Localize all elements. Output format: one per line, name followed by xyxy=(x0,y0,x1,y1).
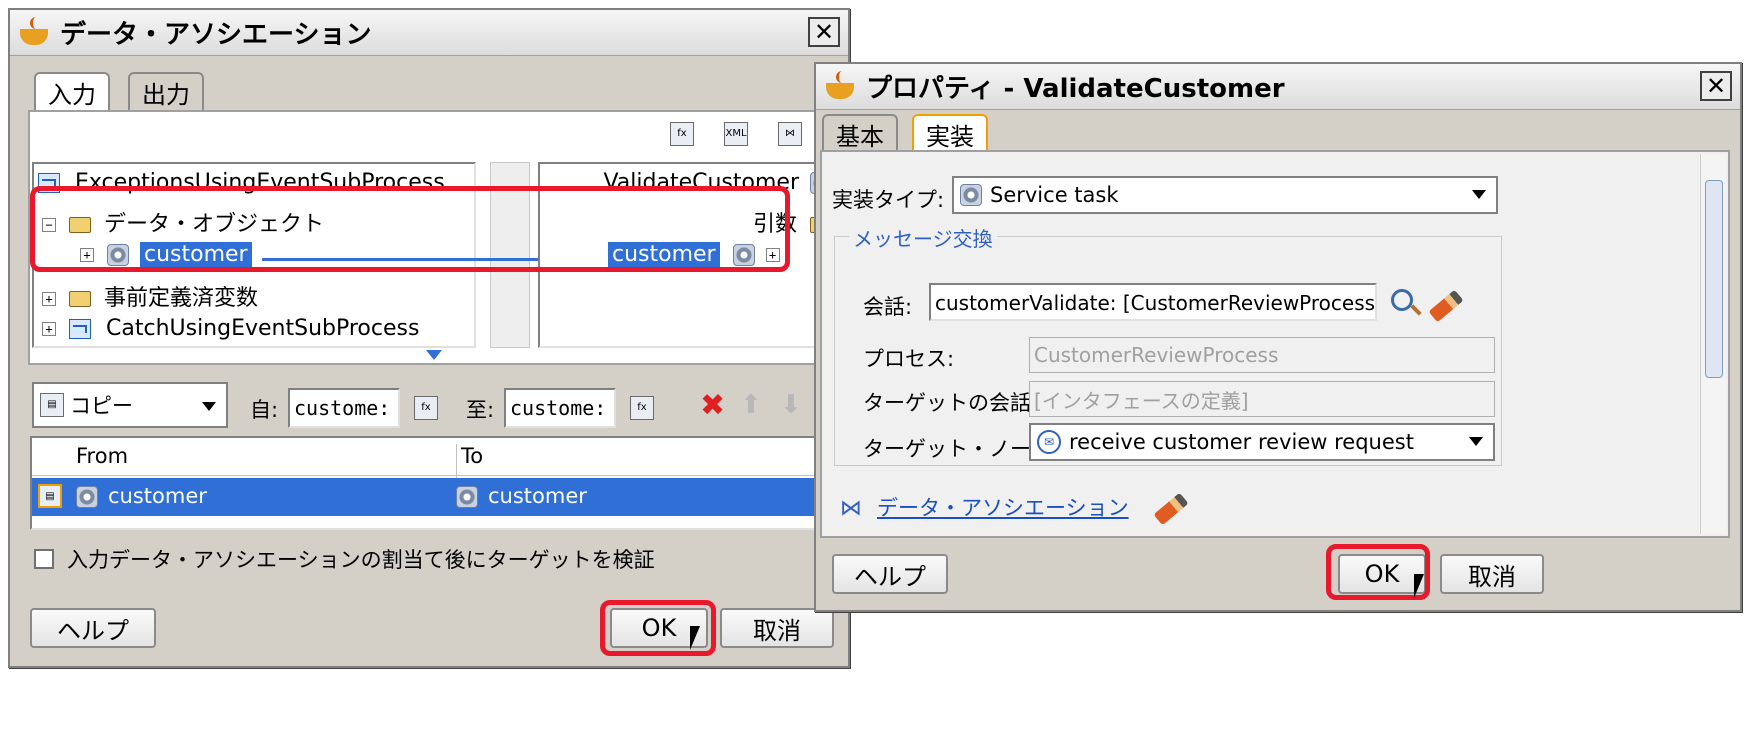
help-button[interactable]: ヘルプ xyxy=(30,608,156,648)
tree-data-objects[interactable]: − データ・オブジェクト xyxy=(42,206,324,238)
help-button[interactable]: ヘルプ xyxy=(832,554,948,594)
column-to[interactable]: To xyxy=(456,444,483,482)
folder-icon xyxy=(69,217,91,233)
collapse-icon[interactable]: − xyxy=(42,218,56,232)
gear-icon xyxy=(107,244,129,266)
folder-icon xyxy=(69,291,91,307)
tree-root[interactable]: ExceptionsUsingEventSubProcess xyxy=(38,170,445,195)
gear-icon xyxy=(960,184,982,206)
expand-icon[interactable]: + xyxy=(765,248,780,262)
tab-basic[interactable]: 基本 xyxy=(822,114,898,152)
move-up-icon[interactable]: ⬆ xyxy=(740,390,762,420)
implementation-panel: 実装タイプ: Service task メッセージ交換 会話: customer… xyxy=(820,150,1730,538)
to-label: 至: xyxy=(466,398,495,422)
xml-icon[interactable]: XML xyxy=(724,122,748,146)
from-expression-icon[interactable]: fx xyxy=(414,396,438,420)
cancel-button[interactable]: 取消 xyxy=(1440,554,1544,594)
close-button[interactable]: ✕ xyxy=(808,17,840,47)
dialog-title: プロパティ - ValidateCustomer xyxy=(866,74,1285,104)
search-icon[interactable] xyxy=(1391,289,1413,311)
from-label: 自: xyxy=(250,398,279,422)
tree-catch[interactable]: + CatchUsingEventSubProcess xyxy=(42,316,419,341)
expression-icon[interactable]: fx xyxy=(670,122,694,146)
transform-icon[interactable]: ⋈ xyxy=(778,122,802,146)
row-icon: ▤ xyxy=(38,484,62,508)
expand-icon[interactable]: + xyxy=(42,292,56,306)
mapping-table: From To ▤ customer customer xyxy=(30,436,820,530)
cancel-button[interactable]: 取消 xyxy=(720,608,834,648)
mapping-panel: fx XML ⋈ ExceptionsUsingEventSubProcess … xyxy=(28,110,838,365)
title-bar: プロパティ - ValidateCustomer ✕ xyxy=(816,64,1740,110)
conversation-input[interactable]: customerValidate: [CustomerReviewProcess… xyxy=(929,283,1377,321)
target-conversation-label: ターゲットの会話: xyxy=(863,391,1039,415)
impl-type-label: 実装タイプ: xyxy=(832,188,945,212)
validate-checkbox-row[interactable]: 入力データ・アソシエーションの割当て後にターゲットを検証 xyxy=(34,544,655,574)
conversation-label: 会話: xyxy=(863,295,913,319)
tab-input[interactable]: 入力 xyxy=(34,72,110,110)
process-field: CustomerReviewProcess xyxy=(1029,337,1495,373)
mouse-cursor xyxy=(690,626,700,650)
message-exchange-group: メッセージ交換 会話: customerValidate: [CustomerR… xyxy=(834,223,1502,466)
data-association-link-row[interactable]: ⋈ データ・アソシエーション xyxy=(840,492,1189,526)
app-icon xyxy=(824,70,860,103)
dialog-title: データ・アソシエーション xyxy=(60,20,372,50)
tab-output[interactable]: 出力 xyxy=(128,72,204,110)
message-event-icon: ✉ xyxy=(1037,430,1061,454)
eraser-icon[interactable] xyxy=(1153,492,1189,526)
from-input[interactable]: custome: xyxy=(288,388,400,428)
data-association-dialog: データ・アソシエーション ✕ 入力 出力 fx XML ⋈ Exceptions… xyxy=(8,8,850,668)
tree-customer-target[interactable]: customer + xyxy=(608,242,780,267)
mouse-cursor xyxy=(1414,574,1424,598)
scroll-thumb[interactable] xyxy=(1705,180,1723,378)
process-label: プロセス: xyxy=(863,347,955,371)
delete-icon[interactable]: ✖ xyxy=(700,388,725,423)
ok-button[interactable]: OK xyxy=(1338,554,1426,594)
target-tree: ValidateCustomer 引数 customer + xyxy=(538,162,838,348)
table-header: From To xyxy=(32,438,818,482)
tree-customer-source[interactable]: + customer xyxy=(80,242,252,267)
group-title: メッセージ交換 xyxy=(849,223,997,252)
gear-icon xyxy=(76,486,98,508)
copy-operation-select[interactable]: ▤ コピー xyxy=(32,382,228,428)
tab-implementation[interactable]: 実装 xyxy=(912,114,988,152)
column-from[interactable]: From xyxy=(76,444,128,468)
target-tree-root[interactable]: ValidateCustomer xyxy=(603,170,832,195)
target-node-select[interactable]: ✉ receive customer review request xyxy=(1029,423,1495,461)
vertical-scrollbar[interactable] xyxy=(1700,154,1726,534)
expand-icon[interactable]: + xyxy=(80,248,94,262)
close-button[interactable]: ✕ xyxy=(1700,71,1732,101)
app-icon xyxy=(18,16,54,49)
expand-icon[interactable]: + xyxy=(42,322,56,336)
data-association-link[interactable]: データ・アソシエーション xyxy=(877,496,1129,520)
eraser-icon[interactable] xyxy=(1428,289,1464,323)
mapping-gutter xyxy=(490,162,530,348)
source-tree: ExceptionsUsingEventSubProcess − データ・オブジ… xyxy=(32,162,476,348)
to-input[interactable]: custome: xyxy=(504,388,616,428)
to-expression-icon[interactable]: fx xyxy=(630,396,654,420)
process-icon xyxy=(38,173,60,193)
target-conversation-field: [インタフェースの定義] xyxy=(1029,381,1495,417)
process-icon xyxy=(69,319,91,339)
copy-icon: ▤ xyxy=(40,393,64,417)
move-down-icon[interactable]: ⬇ xyxy=(780,390,802,420)
title-bar: データ・アソシエーション ✕ xyxy=(10,10,848,56)
impl-type-select[interactable]: Service task xyxy=(952,176,1498,214)
data-association-icon: ⋈ xyxy=(840,496,862,521)
tree-predefined[interactable]: + 事前定義済変数 xyxy=(42,280,258,312)
collapse-arrow-icon[interactable] xyxy=(426,350,442,360)
table-row[interactable]: ▤ customer customer xyxy=(32,478,818,516)
gear-icon xyxy=(456,486,478,508)
properties-dialog: プロパティ - ValidateCustomer ✕ 基本 実装 実装タイプ: … xyxy=(814,62,1742,612)
validate-checkbox[interactable] xyxy=(34,549,54,569)
gear-icon xyxy=(732,244,755,266)
